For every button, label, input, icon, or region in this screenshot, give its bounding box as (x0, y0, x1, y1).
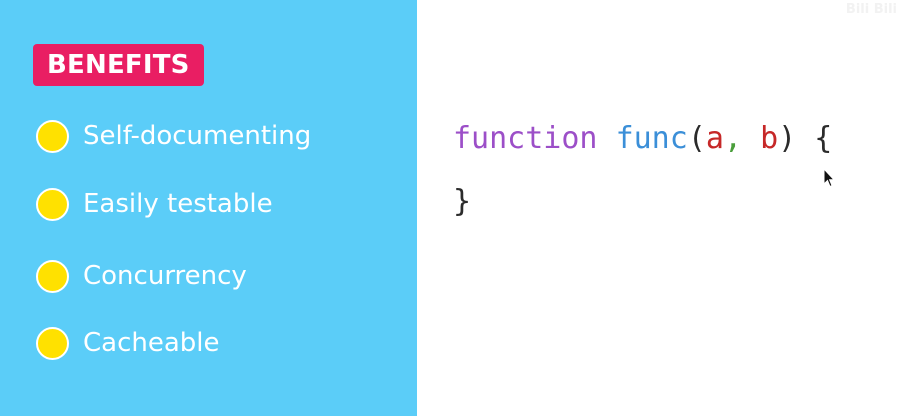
code-comma: , (723, 121, 742, 156)
yellow-dot-icon (36, 119, 69, 153)
code-param-a: a (705, 121, 724, 156)
slide: BENEFITS Self-documenting Easily testabl… (0, 0, 905, 416)
code-line-function-signature: function func(a, b) { (453, 119, 832, 159)
benefits-panel: BENEFITS Self-documenting Easily testabl… (0, 0, 417, 416)
watermark-logo: Bili Bili (845, 2, 897, 17)
code-line-close-brace: } (453, 182, 471, 222)
code-panel: function func(a, b) { } (417, 0, 905, 416)
code-close-paren: ) (778, 121, 797, 156)
benefit-item-easily-testable: Easily testable (36, 186, 273, 222)
benefit-label: Cacheable (83, 328, 220, 358)
benefits-badge: BENEFITS (33, 44, 204, 86)
benefit-item-self-documenting: Self-documenting (36, 118, 311, 154)
yellow-dot-icon (36, 259, 69, 293)
benefit-label: Easily testable (83, 189, 273, 219)
benefit-label: Concurrency (83, 261, 247, 291)
code-param-b: b (760, 121, 779, 156)
code-keyword: function (453, 121, 598, 156)
code-open-paren: ( (687, 121, 706, 156)
code-open-brace: { (814, 121, 833, 156)
yellow-dot-icon (36, 326, 69, 360)
code-close-brace: } (453, 184, 472, 219)
code-function-name: func (615, 121, 688, 156)
mouse-pointer-icon (823, 168, 835, 188)
benefit-item-cacheable: Cacheable (36, 325, 220, 361)
yellow-dot-icon (36, 187, 69, 221)
benefit-label: Self-documenting (83, 121, 312, 151)
benefit-item-concurrency: Concurrency (36, 258, 247, 294)
